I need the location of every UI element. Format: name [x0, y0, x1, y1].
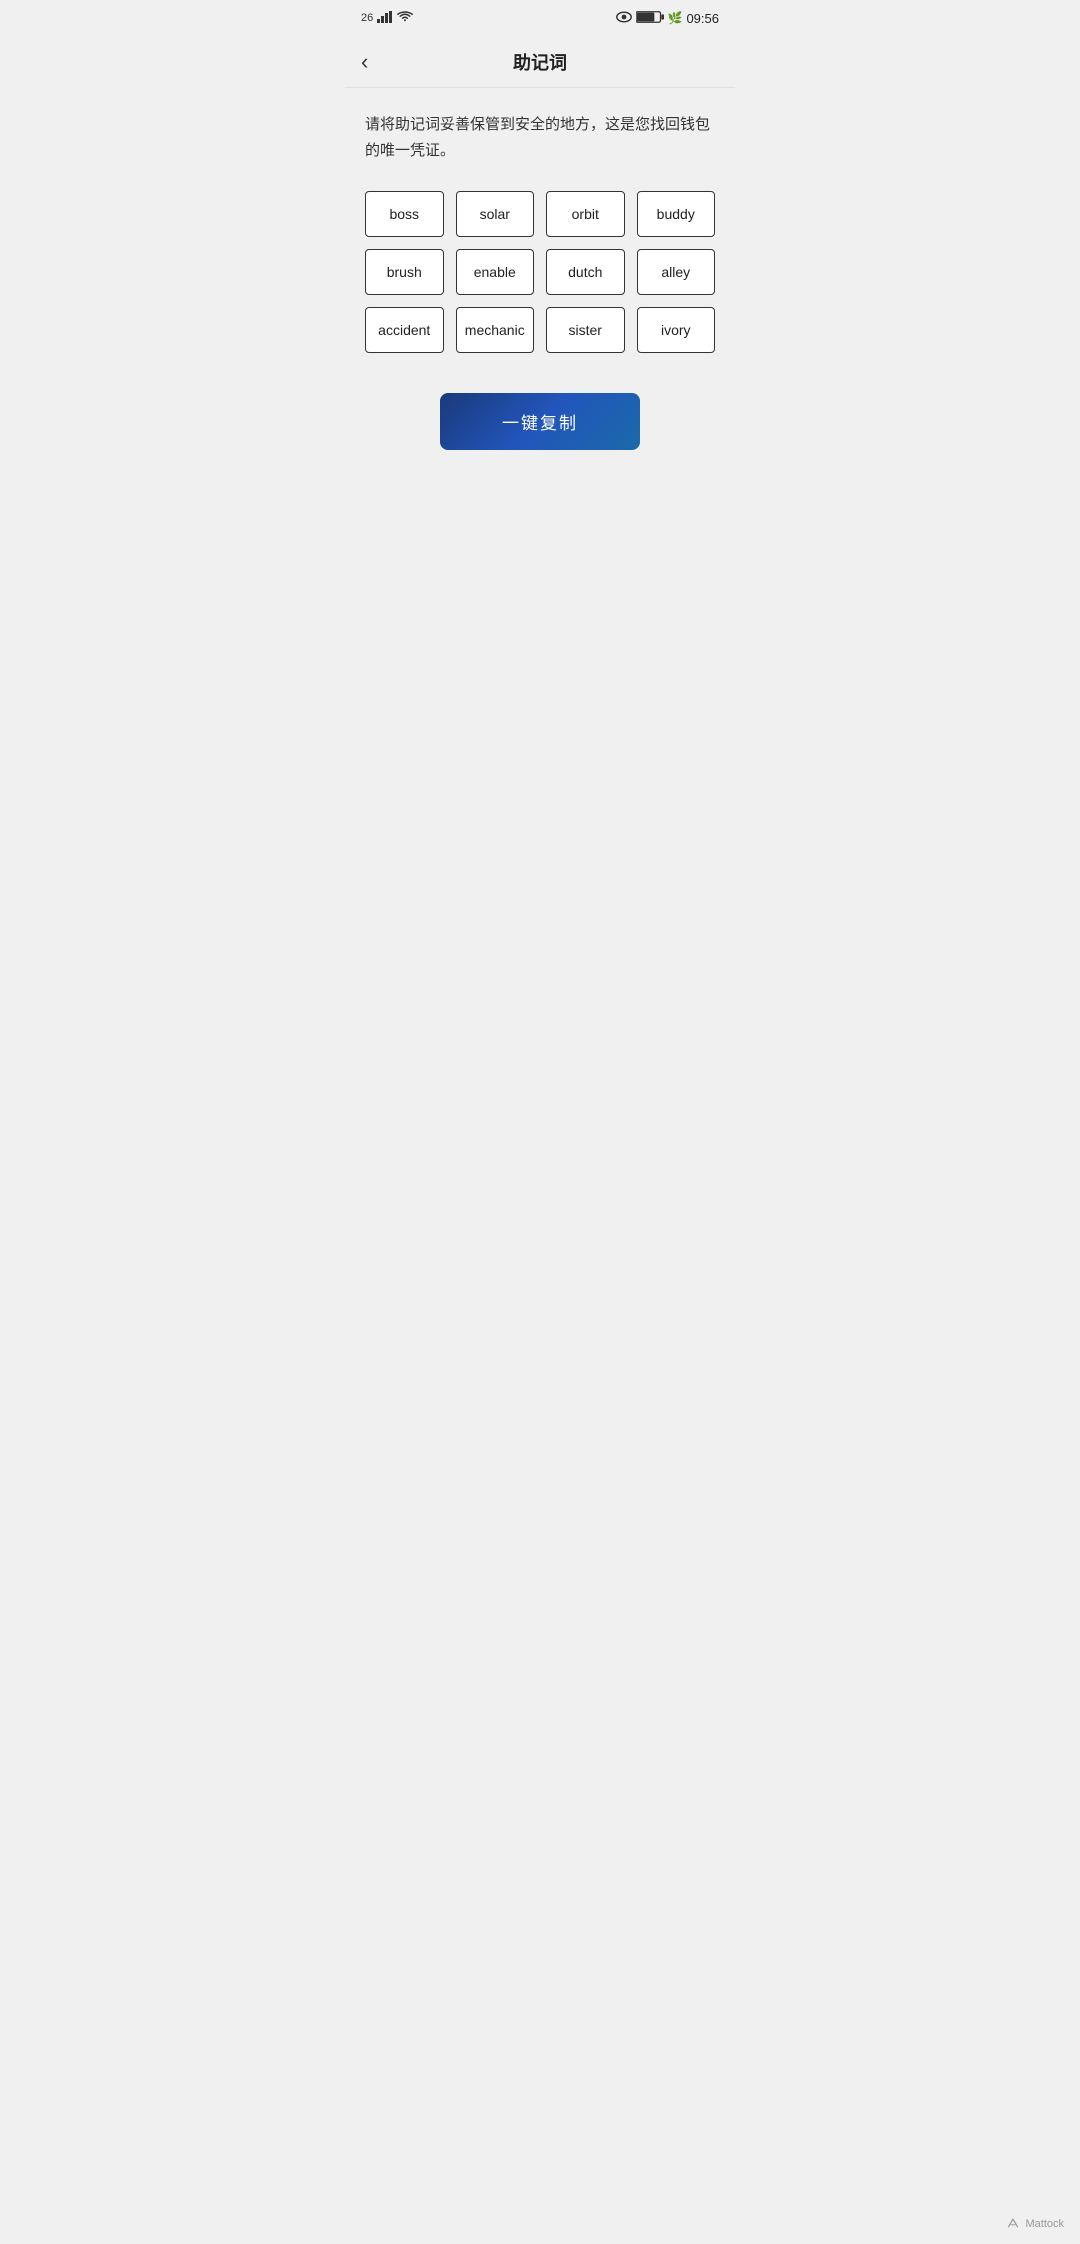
word-card-2[interactable]: solar	[456, 191, 535, 237]
word-card-5[interactable]: brush	[365, 249, 444, 295]
wifi-icon	[397, 11, 413, 26]
signal-icon	[377, 11, 393, 26]
page-title: 助记词	[513, 49, 567, 75]
word-card-4[interactable]: buddy	[637, 191, 716, 237]
word-card-12[interactable]: ivory	[637, 307, 716, 353]
status-left: 26	[361, 11, 413, 26]
word-card-7[interactable]: dutch	[546, 249, 625, 295]
status-right: 🌿 09:56	[616, 10, 720, 27]
description-text: 请将助记词妥善保管到安全的地方，这是您找回钱包的唯一凭证。	[365, 112, 715, 163]
eye-icon	[616, 11, 632, 26]
copy-all-button[interactable]: 一键复制	[440, 393, 640, 450]
watermark-text: Mattock	[1025, 2218, 1064, 2230]
word-card-6[interactable]: enable	[456, 249, 535, 295]
word-card-1[interactable]: boss	[365, 191, 444, 237]
nav-bar: ‹ 助记词	[345, 36, 735, 88]
leaf-icon: 🌿	[668, 11, 683, 25]
main-content: 请将助记词妥善保管到安全的地方，这是您找回钱包的唯一凭证。 boss solaro…	[345, 88, 735, 470]
word-card-11[interactable]: sister	[546, 307, 625, 353]
words-grid: boss solarorbit buddy brush enabledutch alley…	[365, 191, 715, 353]
back-button[interactable]: ‹	[361, 51, 368, 73]
word-card-8[interactable]: alley	[637, 249, 716, 295]
time-display: 09:56	[686, 11, 719, 26]
footer-watermark: Mattock	[1005, 2216, 1064, 2232]
status-bar: 26	[345, 0, 735, 36]
word-card-10[interactable]: mechanic	[456, 307, 535, 353]
word-card-3[interactable]: orbit	[546, 191, 625, 237]
network-label: 26	[361, 12, 373, 24]
battery-icon	[636, 10, 664, 27]
word-card-9[interactable]: accident	[365, 307, 444, 353]
copy-btn-container: 一键复制	[365, 393, 715, 450]
mattock-logo-icon	[1005, 2216, 1021, 2232]
